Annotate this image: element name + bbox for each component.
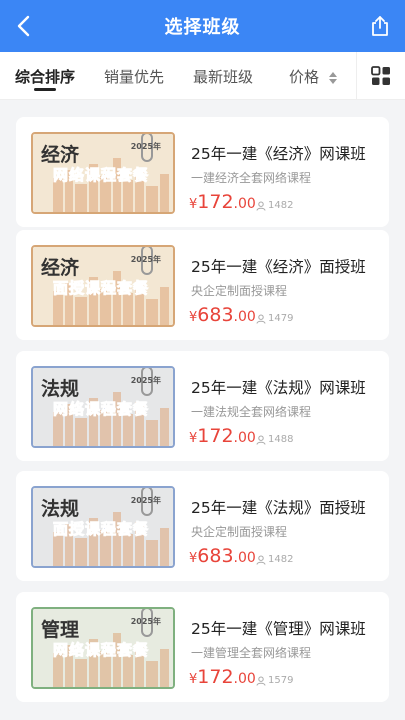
price-integer: 172 [197,666,234,688]
enrollment-count: 1579 [256,675,293,686]
thumbnail-year: 2025年 [130,376,161,385]
enrollment-count-value: 1488 [268,434,294,445]
course-card[interactable]: 经济 2025年 面授课程套餐 25年一建《经济》面授班 央企定制面授课程 ¥6… [16,230,389,340]
course-card[interactable]: 管理 2025年 网络课程套餐 25年一建《管理》网课班 一建管理全套网络课程 … [16,592,389,702]
thumbnail-year: 2025年 [130,617,161,626]
user-icon [256,555,266,565]
course-thumbnail: 经济 2025年 面授课程套餐 [31,245,175,327]
back-button[interactable] [10,13,36,39]
grid-view-toggle[interactable] [370,65,392,87]
price-decimal: .00 [233,430,256,446]
course-title: 25年一建《经济》网课班 [191,145,366,163]
course-thumbnail: 法规 2025年 面授课程套餐 [31,486,175,568]
course-subtitle: 央企定制面授课程 [191,525,288,539]
course-title: 25年一建《法规》面授班 [191,499,366,517]
thumbnail-subject: 法规 [41,378,80,400]
tab-price-label: 价格 [289,68,320,86]
thumbnail-kind: 网络课程套餐 [52,166,150,185]
thumbnail-year: 2025年 [130,142,161,151]
thumbnail-year: 2025年 [130,496,161,505]
app-header: 选择班级 [0,0,405,52]
thumbnail-kind: 面授课程套餐 [52,520,150,539]
course-price: ¥683.00 [189,304,256,326]
course-thumbnail: 管理 2025年 网络课程套餐 [31,607,175,689]
course-price: ¥172.00 [189,191,256,213]
price-integer: 172 [197,191,234,213]
price-decimal: .00 [233,671,256,687]
thumbnail-kind: 网络课程套餐 [52,400,150,419]
course-subtitle: 一建经济全套网络课程 [191,171,312,185]
thumbnail-subject: 法规 [41,498,80,520]
thumbnail-subject: 经济 [41,257,80,279]
course-title: 25年一建《经济》面授班 [191,258,366,276]
price-decimal: .00 [233,550,256,566]
enrollment-count: 1482 [256,554,293,565]
price-integer: 683 [197,545,234,567]
thumbnail-subject: 管理 [41,619,80,641]
share-icon [372,16,388,36]
enrollment-count: 1482 [256,200,293,211]
share-button[interactable] [367,13,393,39]
active-tab-indicator [34,88,56,91]
tab-newest[interactable]: 最新班级 [193,66,253,87]
tab-price[interactable]: 价格 [289,66,338,87]
course-title: 25年一建《管理》网课班 [191,620,366,638]
enrollment-count-value: 1579 [268,675,294,686]
course-thumbnail: 经济 2025年 网络课程套餐 [31,132,175,214]
enrollment-count-value: 1482 [268,554,294,565]
sort-tabs: 综合排序 销量优先 最新班级 价格 [0,52,405,100]
thumbnail-kind: 面授课程套餐 [52,279,150,298]
course-card[interactable]: 法规 2025年 网络课程套餐 25年一建《法规》网课班 一建法规全套网络课程 … [16,351,389,461]
enrollment-count-value: 1482 [268,200,294,211]
user-icon [256,435,266,445]
price-decimal: .00 [233,196,256,212]
course-thumbnail: 法规 2025年 网络课程套餐 [31,366,175,448]
price-integer: 683 [197,304,234,326]
price-decimal: .00 [233,309,256,325]
course-subtitle: 一建管理全套网络课程 [191,646,312,660]
course-price: ¥172.00 [189,425,256,447]
user-icon [256,314,266,324]
course-card[interactable]: 经济 2025年 网络课程套餐 25年一建《经济》网课班 一建经济全套网络课程 … [16,117,389,227]
course-card[interactable]: 法规 2025年 面授课程套餐 25年一建《法规》面授班 央企定制面授课程 ¥6… [16,471,389,581]
page-title: 选择班级 [164,17,241,38]
thumbnail-subject: 经济 [41,144,80,166]
tab-sales[interactable]: 销量优先 [104,66,164,87]
course-title: 25年一建《法规》网课班 [191,379,366,397]
sort-arrows-icon [328,71,337,84]
thumbnail-kind: 网络课程套餐 [52,641,150,660]
thumbnail-year: 2025年 [130,255,161,264]
user-icon [256,201,266,211]
enrollment-count: 1479 [256,313,293,324]
grid-view-icon [371,66,390,85]
course-price: ¥172.00 [189,666,256,688]
course-subtitle: 一建法规全套网络课程 [191,405,312,419]
tab-comprehensive[interactable]: 综合排序 [15,66,75,87]
user-icon [256,676,266,686]
tab-divider [356,52,357,100]
course-price: ¥683.00 [189,545,256,567]
enrollment-count: 1488 [256,434,293,445]
chevron-left-icon [17,15,30,37]
course-subtitle: 央企定制面授课程 [191,284,288,298]
price-integer: 172 [197,425,234,447]
enrollment-count-value: 1479 [268,313,294,324]
